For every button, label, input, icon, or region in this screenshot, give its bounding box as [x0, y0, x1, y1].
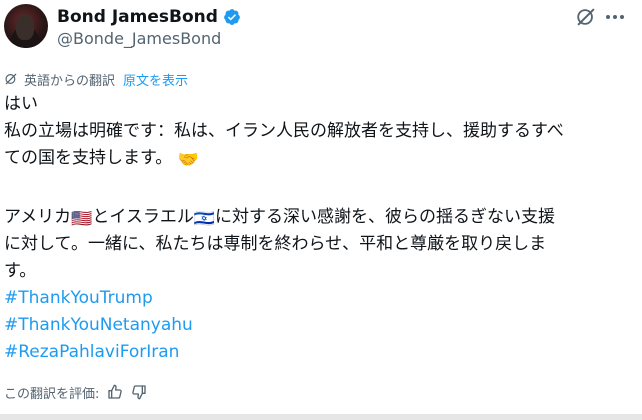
- author-name-row: Bond JamesBond: [57, 5, 241, 29]
- post-text-segment: に対する深い感謝を、彼らの揺るぎない支援: [215, 207, 555, 227]
- avatar[interactable]: [4, 4, 48, 48]
- grok-icon[interactable]: [575, 6, 597, 28]
- thumbs-up-icon[interactable]: [107, 384, 123, 400]
- post-text-segment: アメリカ: [4, 207, 72, 227]
- post-text-line: ての国を支持します。 🤝: [4, 147, 199, 172]
- us-flag-emoji: 🇺🇸: [71, 209, 93, 229]
- post-text-line: 私の立場は明確です：私は、イラン人民の解放者を支持し、援助するすべ: [4, 121, 564, 141]
- translation-notice: 英語からの翻訳 原文を表示: [4, 70, 188, 89]
- israel-flag-emoji: 🇮🇱: [193, 209, 215, 229]
- post-text-segment: ての国を支持します。: [4, 148, 173, 168]
- display-name[interactable]: Bond JamesBond: [57, 7, 218, 27]
- post-text-line: に対して。一緒に、私たちは専制を終わらせ、平和と尊厳を取り戻しま: [4, 234, 547, 254]
- hashtag-link[interactable]: #ThankYouTrump: [4, 287, 153, 310]
- handshake-emoji: 🤝: [177, 150, 199, 170]
- thumbs-down-icon[interactable]: [131, 384, 147, 400]
- translate-icon: [5, 73, 17, 85]
- post-text-line: す。: [4, 261, 37, 281]
- more-options-icon[interactable]: [604, 6, 626, 28]
- translated-label: 英語からの翻訳: [24, 73, 116, 89]
- post-text-segment: とイスラエル: [92, 207, 194, 227]
- rate-translation: この翻訳を評価:: [4, 382, 147, 402]
- hashtag-link[interactable]: #RezaPahlaviForIran: [4, 341, 179, 364]
- bottom-divider: [0, 414, 642, 420]
- verified-badge-icon: [224, 9, 240, 25]
- author-handle[interactable]: @Bonde_JamesBond: [57, 29, 221, 48]
- post-text-line: はい: [4, 94, 38, 114]
- show-original-link[interactable]: 原文を表示: [123, 70, 188, 89]
- rate-translation-label: この翻訳を評価:: [4, 386, 100, 402]
- post-text-line: アメリカ🇺🇸とイスラエル🇮🇱に対する深い感謝を、彼らの揺るぎない支援: [4, 206, 555, 231]
- hashtag-link[interactable]: #ThankYouNetanyahu: [4, 314, 193, 337]
